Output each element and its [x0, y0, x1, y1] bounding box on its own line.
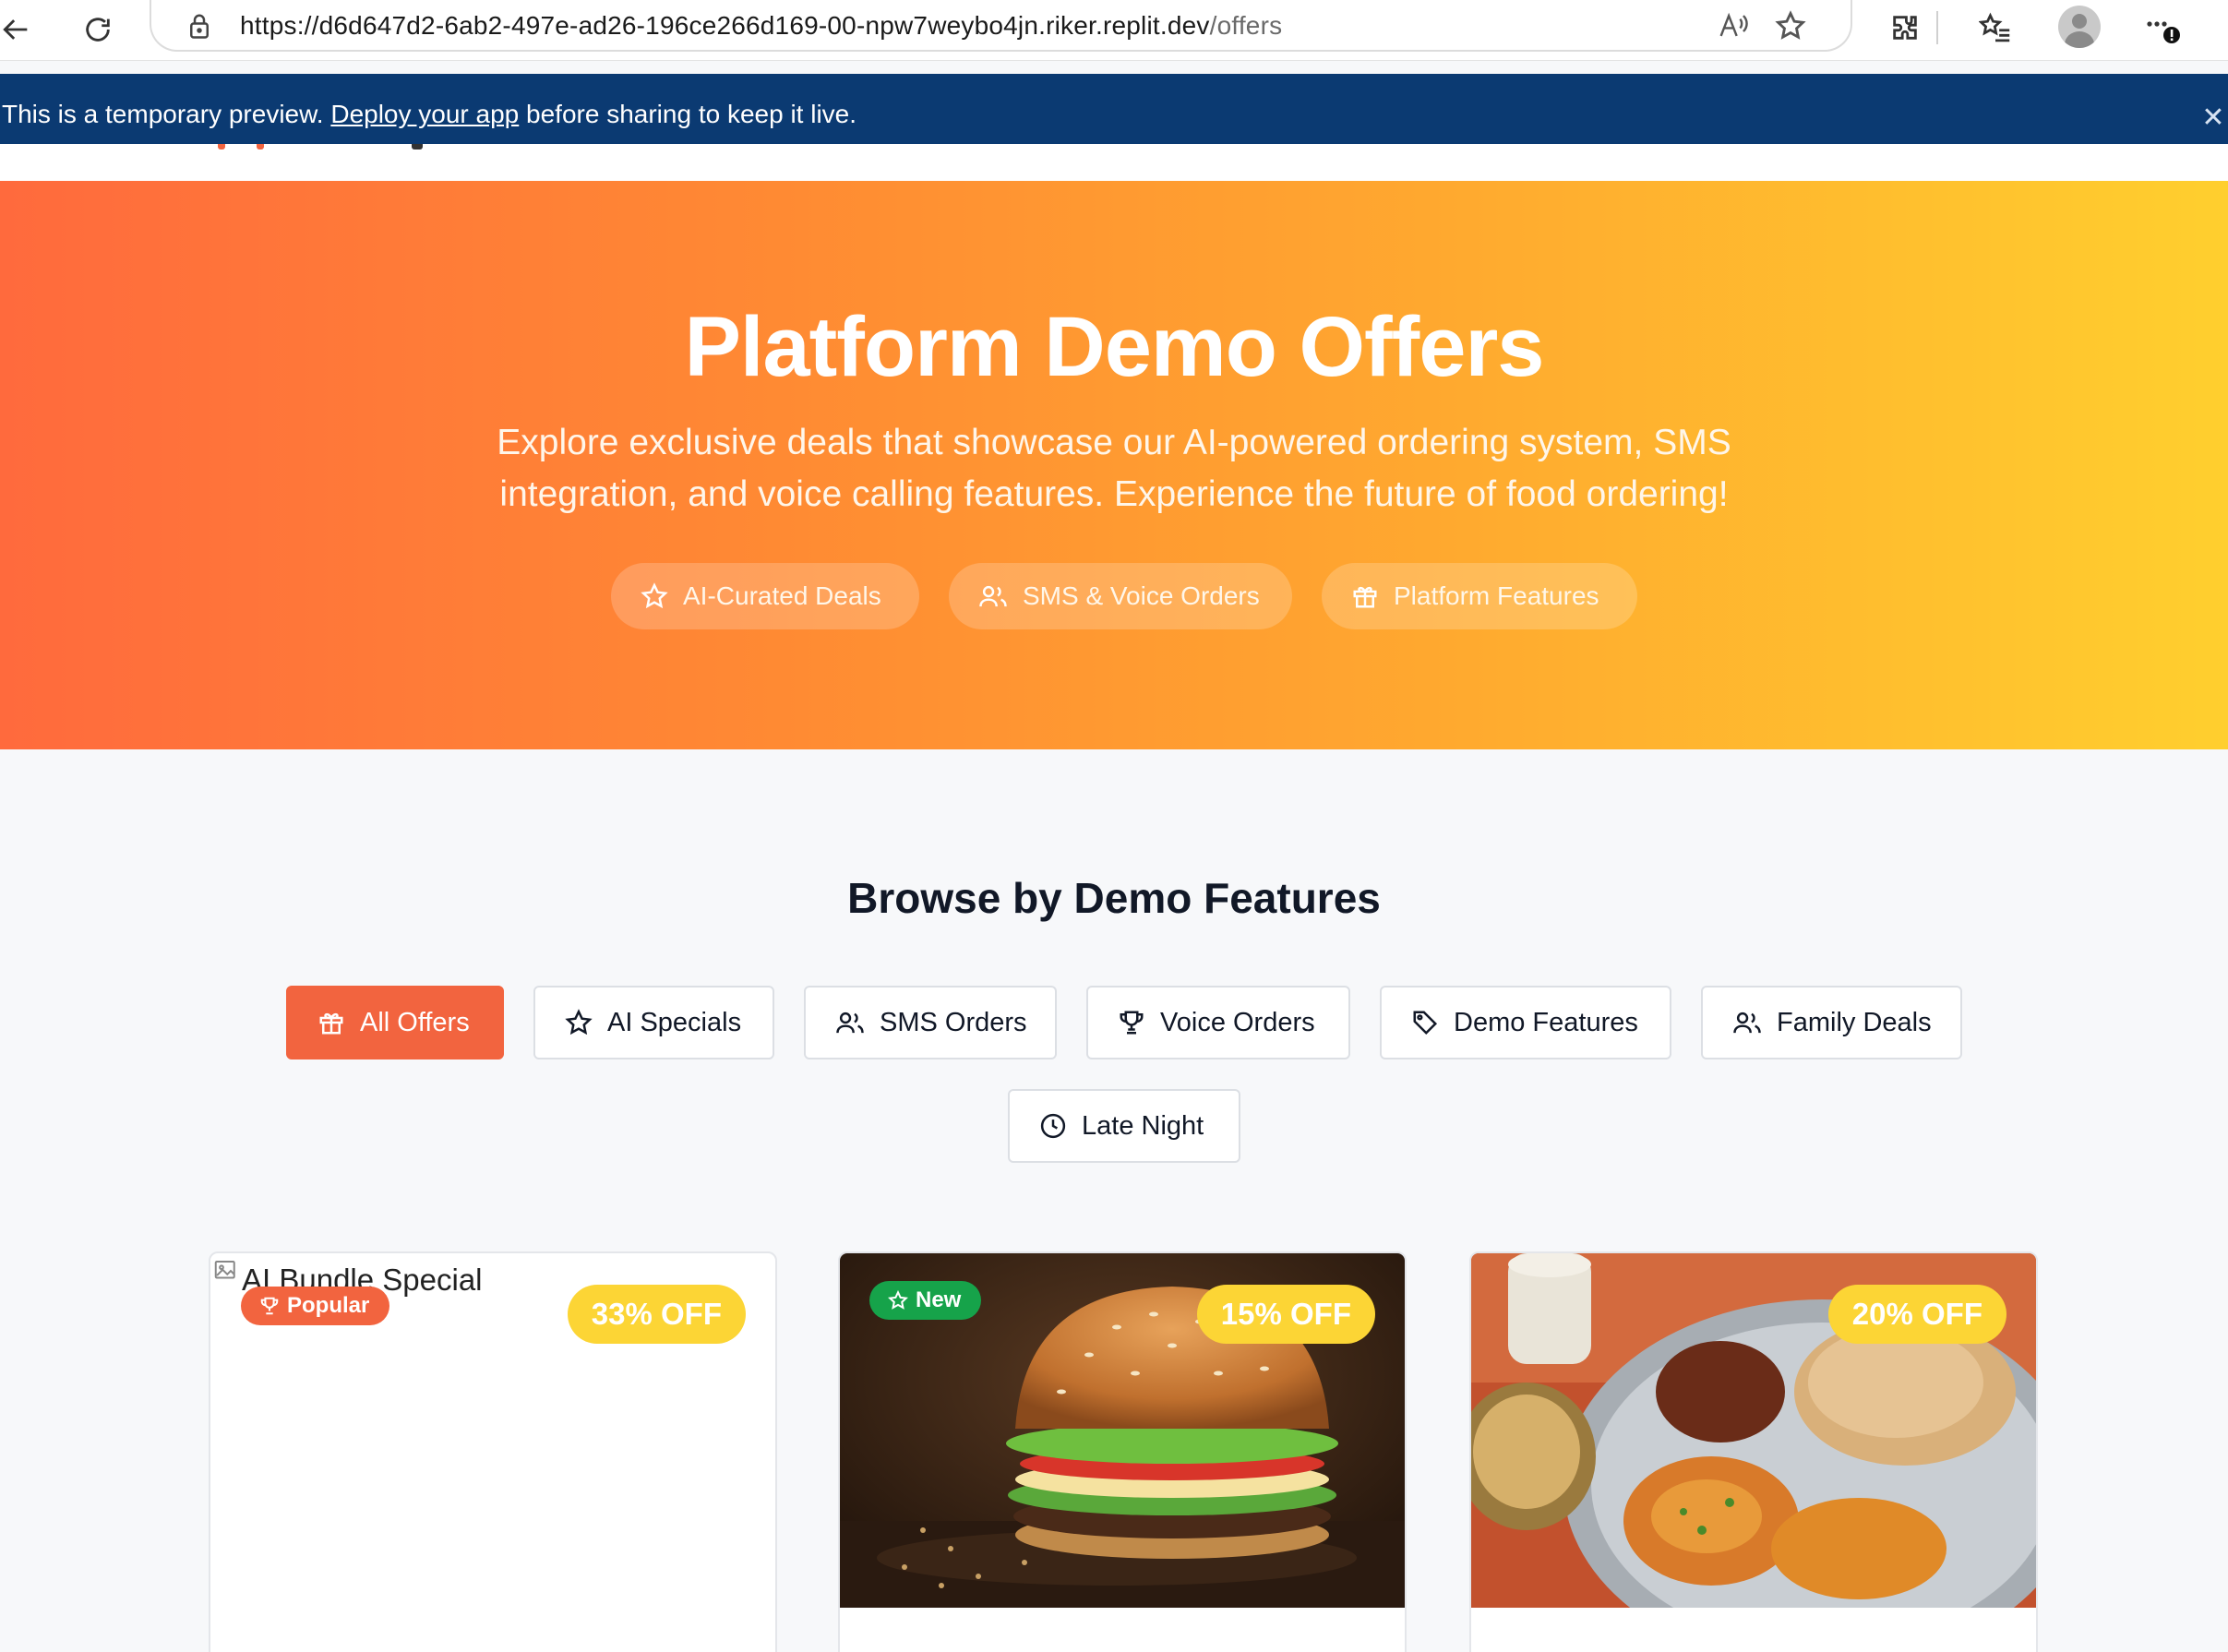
- new-badge: New: [869, 1281, 982, 1320]
- filter-late-night[interactable]: Late Night: [1008, 1089, 1240, 1163]
- section-title: Browse by Demo Features: [847, 874, 1381, 922]
- users-icon: [979, 585, 1007, 607]
- browser-toolbar: https://d6d647d2-6ab2-497e-ad26-196ce266…: [0, 0, 2228, 61]
- star-icon: [641, 582, 668, 609]
- star-icon: [888, 1290, 908, 1310]
- close-icon[interactable]: ✕: [2198, 103, 2228, 133]
- url-text[interactable]: https://d6d647d2-6ab2-497e-ad26-196ce266…: [240, 11, 1282, 41]
- profile-avatar[interactable]: [2058, 6, 2101, 48]
- preview-banner: This is a temporary preview. Deploy your…: [0, 74, 2228, 144]
- badge-label: Popular: [287, 1293, 370, 1318]
- hero-feature-pills: AI-Curated Deals SMS & Voice Orders Plat…: [0, 563, 2228, 629]
- banner-text-after: before sharing to keep it live.: [519, 100, 857, 128]
- banner-message: This is a temporary preview. Deploy your…: [2, 102, 856, 127]
- discount-badge: 33% OFF: [567, 1285, 746, 1344]
- url-path: /offers: [1209, 11, 1283, 40]
- logo-fragment: [412, 144, 423, 150]
- clock-icon: [1040, 1113, 1066, 1139]
- back-arrow-icon[interactable]: [0, 6, 41, 54]
- filter-label: All Offers: [360, 1007, 470, 1037]
- users-icon: [1733, 1012, 1761, 1034]
- filter-all-offers[interactable]: All Offers: [286, 986, 504, 1059]
- filter-label: Family Deals: [1777, 1007, 1932, 1037]
- discount-badge: 15% OFF: [1196, 1285, 1375, 1344]
- trophy-icon: [260, 1297, 279, 1315]
- logo-fragment: [218, 144, 225, 150]
- discount-badge: 20% OFF: [1827, 1285, 2006, 1344]
- reload-icon[interactable]: [74, 6, 122, 54]
- filter-sms-orders[interactable]: SMS Orders: [804, 986, 1057, 1059]
- gift-icon: [1353, 586, 1377, 608]
- filter-ai-specials[interactable]: AI Specials: [533, 986, 774, 1059]
- lock-icon[interactable]: [183, 9, 216, 42]
- broken-image-icon: [214, 1261, 235, 1279]
- toolbar-divider: [1936, 11, 1938, 44]
- tag-icon: [1413, 1011, 1438, 1035]
- trophy-icon: [1120, 1011, 1144, 1035]
- url-host: https://d6d647d2-6ab2-497e-ad26-196ce266…: [240, 11, 1210, 40]
- star-icon: [565, 1009, 593, 1035]
- pill-label: AI-Curated Deals: [683, 581, 881, 610]
- pill-ai-curated-deals: AI-Curated Deals: [611, 563, 919, 629]
- gift-icon: [319, 1012, 343, 1035]
- popular-badge: Popular: [241, 1287, 390, 1325]
- favorite-star-icon[interactable]: [1772, 7, 1809, 44]
- badge-label: New: [916, 1287, 962, 1312]
- hero-subtitle: Explore exclusive deals that showcase ou…: [497, 423, 1731, 514]
- favorites-icon[interactable]: [1975, 7, 2016, 48]
- page-title: Platform Demo Offers: [684, 300, 1545, 394]
- offer-card[interactable]: 20% OFF: [1469, 1251, 2038, 1652]
- pill-platform-features: Platform Features: [1322, 563, 1637, 629]
- address-bar[interactable]: https://d6d647d2-6ab2-497e-ad26-196ce266…: [150, 0, 1852, 52]
- filter-label: AI Specials: [607, 1007, 742, 1037]
- filter-voice-orders[interactable]: Voice Orders: [1086, 986, 1350, 1059]
- read-aloud-icon[interactable]: [1715, 7, 1752, 44]
- offer-card[interactable]: AI Bundle Special Popular 33% OFF: [209, 1251, 777, 1652]
- hero-section: Platform Demo Offers Explore exclusive d…: [0, 181, 2228, 749]
- extensions-icon[interactable]: [1885, 7, 1925, 48]
- deploy-app-link[interactable]: Deploy your app: [330, 100, 519, 128]
- more-menu-icon[interactable]: [2141, 7, 2182, 48]
- pill-sms-voice-orders: SMS & Voice Orders: [949, 563, 1292, 629]
- filter-label: SMS Orders: [880, 1007, 1027, 1037]
- site-header: [0, 144, 2228, 181]
- users-icon: [836, 1012, 864, 1034]
- pill-label: SMS & Voice Orders: [1023, 581, 1260, 610]
- pill-label: Platform Features: [1394, 581, 1599, 610]
- filter-label: Late Night: [1082, 1110, 1204, 1141]
- logo-fragment: [257, 144, 264, 150]
- filter-label: Demo Features: [1454, 1007, 1638, 1037]
- filter-demo-features[interactable]: Demo Features: [1380, 986, 1671, 1059]
- filter-family-deals[interactable]: Family Deals: [1701, 986, 1962, 1059]
- filter-label: Voice Orders: [1160, 1007, 1315, 1037]
- banner-text-before: This is a temporary preview.: [2, 100, 331, 128]
- offer-card[interactable]: New 15% OFF: [838, 1251, 1407, 1652]
